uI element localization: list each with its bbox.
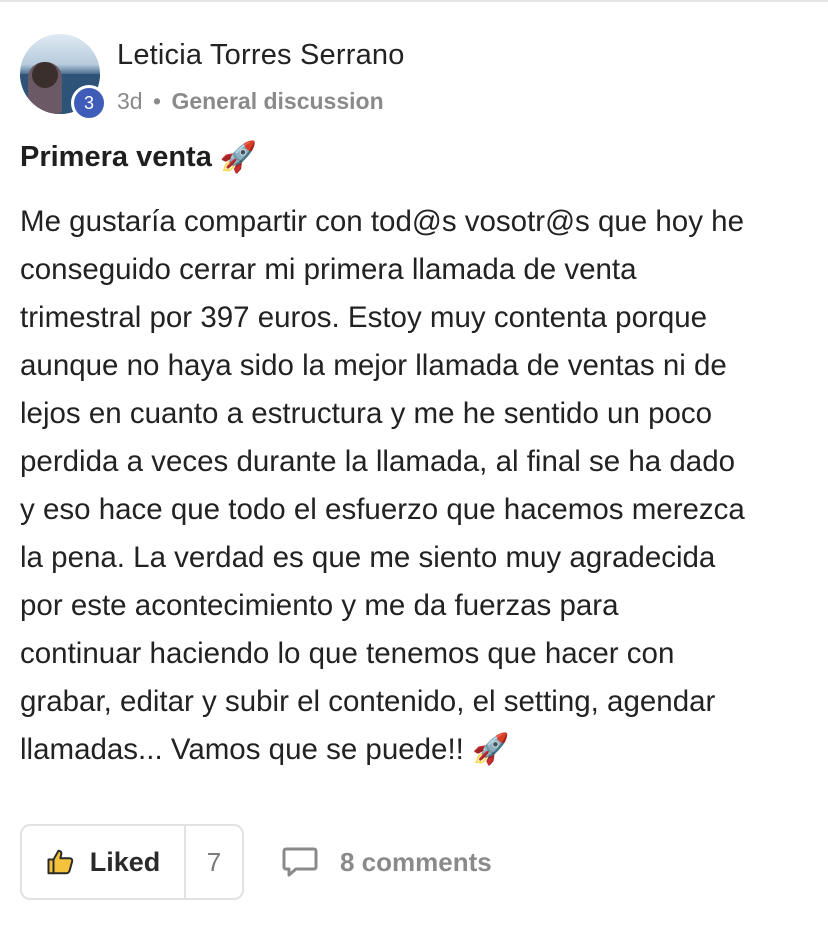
post-body-line: lejos en cuanto a estructura y me he sen… (20, 397, 713, 430)
like-label: Liked (89, 846, 161, 877)
rocket-icon: 🚀 (472, 732, 510, 767)
post-body-last-line: llamadas... Vamos que se puede!! 🚀 (20, 726, 815, 774)
avatar-person (28, 62, 62, 114)
post-body-line: perdida a veces durante la llamada, al f… (20, 445, 736, 478)
post-body-line: llamadas... Vamos que se puede!! (20, 733, 464, 766)
top-divider (0, 0, 828, 2)
post-body-line: Me gustaría compartir con tod@s vosotr@s… (20, 205, 744, 238)
comments-button[interactable]: 8 comments (282, 824, 492, 900)
post-category[interactable]: General discussion (171, 88, 383, 114)
post-body: Me gustaría compartir con tod@s vosotr@s… (20, 198, 815, 774)
post-title-text: Primera venta (20, 141, 212, 173)
speech-bubble-icon (282, 847, 318, 877)
post-header: 3 Leticia Torres Serrano 3d • General di… (20, 34, 810, 124)
post-body-line: conseguido cerrar mi primera llamada de … (20, 253, 637, 286)
post-title: Primera venta 🚀 (20, 140, 257, 175)
post-body-line: y eso hace que todo el esfuerzo que hace… (20, 493, 745, 526)
post-body-line: la pena. La verdad es que me siento muy … (20, 541, 716, 574)
post-body-line: trimestral por 397 euros. Estoy muy cont… (20, 301, 708, 334)
post-meta: 3d • General discussion (117, 88, 384, 115)
post-time: 3d (117, 88, 143, 114)
post-body-line: grabar, editar y subir el contenido, el … (20, 685, 716, 718)
level-badge: 3 (71, 85, 107, 121)
post-body-line: por este acontecimiento y me da fuerzas … (20, 589, 619, 622)
post-body-line: continuar haciendo lo que tenemos que ha… (20, 637, 675, 670)
post-body-line: aunque no haya sido la mejor llamada de … (20, 349, 727, 382)
meta-separator: • (152, 88, 162, 114)
comments-label: 8 comments (340, 846, 492, 877)
thumbs-up-icon (47, 849, 73, 875)
rocket-icon: 🚀 (219, 140, 258, 175)
like-control: Liked 7 (20, 824, 244, 900)
author-name[interactable]: Leticia Torres Serrano (117, 39, 405, 72)
like-count[interactable]: 7 (186, 826, 242, 898)
post-actions: Liked 7 8 comments (20, 824, 810, 902)
like-button[interactable]: Liked (22, 826, 184, 898)
